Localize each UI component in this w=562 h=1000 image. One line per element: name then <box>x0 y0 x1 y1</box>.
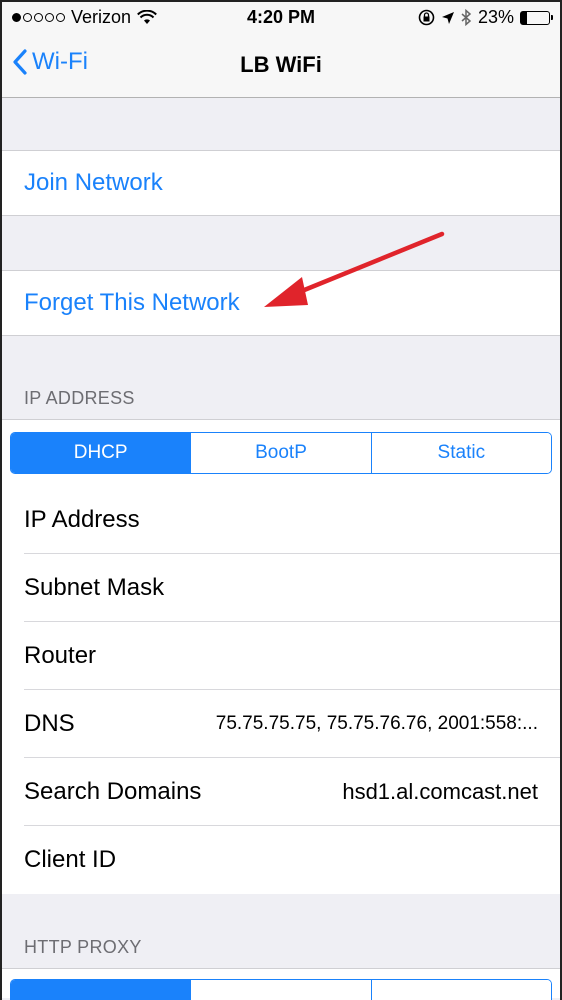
subnet-mask-row: Subnet Mask <box>24 554 560 622</box>
spacer <box>2 98 560 150</box>
row-label: Client ID <box>24 846 117 873</box>
ip-address-row: IP Address <box>24 486 560 554</box>
lock-rotation-icon <box>418 9 435 26</box>
status-bar: Verizon 4:20 PM 23% <box>2 2 560 32</box>
proxy-segment[interactable] <box>190 980 371 1000</box>
battery-level <box>521 11 528 24</box>
status-right: 23% <box>418 7 553 28</box>
row-label: Router <box>24 641 97 669</box>
segment-bootp[interactable]: BootP <box>190 433 371 473</box>
battery-percent: 23% <box>477 7 514 27</box>
http-proxy-segmented-control <box>10 979 552 1000</box>
http-proxy-section-header: HTTP PROXY <box>24 937 142 957</box>
spacer <box>2 216 560 270</box>
row-label: Subnet Mask <box>24 573 165 601</box>
bluetooth-icon <box>461 9 472 26</box>
row-label: DNS <box>24 709 75 737</box>
segment-static[interactable]: Static <box>370 433 551 473</box>
page-title: LB WiFi <box>240 52 322 77</box>
battery-icon <box>520 10 553 25</box>
proxy-segment[interactable] <box>11 980 191 1000</box>
forget-network-button[interactable]: Forget This Network <box>2 270 560 336</box>
client-id-row: Client ID <box>24 826 560 894</box>
ip-address-section-header: IP ADDRESS <box>24 388 135 408</box>
search-domains-row: Search Domains hsd1.al.comcast.net <box>24 758 560 826</box>
ip-mode-segmented-control: DHCP BootP Static <box>10 432 552 474</box>
join-network-button[interactable]: Join Network <box>2 150 560 216</box>
http-proxy-control-wrap <box>2 968 560 1000</box>
segment-dhcp[interactable]: DHCP <box>11 433 191 473</box>
dns-row: DNS 75.75.75.75, 75.75.76.76, 2001:558:.… <box>24 690 560 758</box>
location-icon <box>441 11 454 24</box>
router-row: Router <box>24 622 560 690</box>
navigation-bar: Wi-Fi LB WiFi <box>2 32 560 98</box>
ip-mode-control-wrap: DHCP BootP Static <box>2 420 560 486</box>
row-value: 75.75.75.75, 75.75.76.76, 2001:558:... <box>215 712 538 734</box>
row-label: Search Domains <box>24 777 202 805</box>
proxy-segment[interactable] <box>370 980 551 1000</box>
row-value: hsd1.al.comcast.net <box>342 778 538 804</box>
ip-address-group: DHCP BootP Static IP Address Subnet Mask… <box>2 419 560 894</box>
screen: Verizon 4:20 PM 23% Wi-Fi LB WiFi Join N… <box>0 0 562 1000</box>
row-label: IP Address <box>24 505 140 533</box>
